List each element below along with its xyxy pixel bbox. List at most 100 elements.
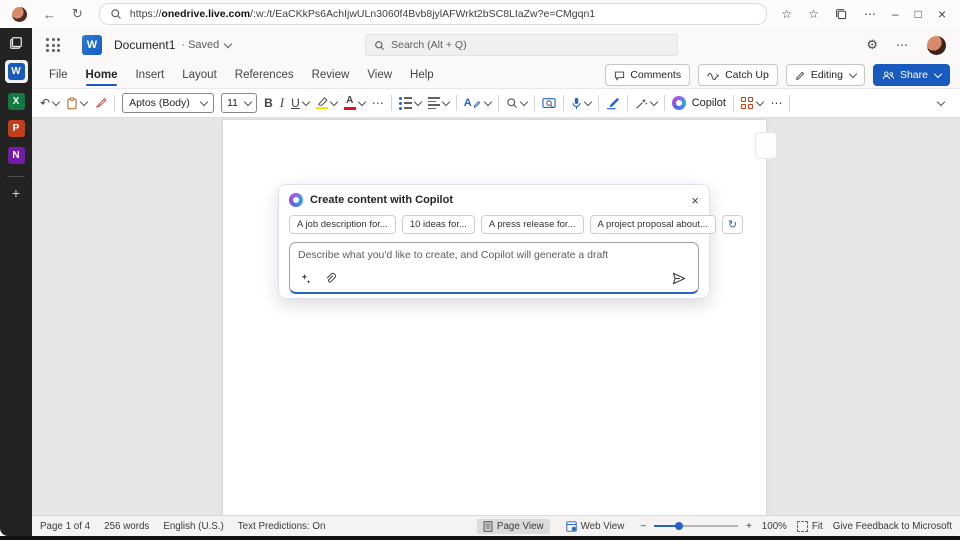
reading-view-button[interactable] <box>542 97 556 110</box>
browser-profile-avatar[interactable] <box>12 7 27 22</box>
copilot-prompt-box <box>289 242 699 294</box>
bullet-list-button[interactable] <box>399 97 421 110</box>
chevron-down-icon <box>52 97 60 105</box>
styles-button[interactable]: A <box>464 97 491 109</box>
add-ins-button[interactable] <box>741 97 764 109</box>
close-button[interactable]: × <box>938 6 946 22</box>
sparkle-icon[interactable] <box>300 273 312 285</box>
collapse-ribbon-icon[interactable] <box>937 97 945 105</box>
chip-project-proposal[interactable]: A project proposal about... <box>590 215 716 234</box>
favorites-bar-icon[interactable]: ☆ <box>808 7 819 21</box>
italic-button[interactable]: I <box>280 95 284 111</box>
add-app-button[interactable]: + <box>12 185 20 201</box>
chevron-down-icon <box>649 97 657 105</box>
refresh-icon[interactable]: ↻ <box>72 6 83 22</box>
page-view-button[interactable]: Page View <box>477 519 550 534</box>
tab-help[interactable]: Help <box>401 62 443 88</box>
sidebar-item-onenote[interactable]: N <box>8 147 25 164</box>
page-count[interactable]: Page 1 of 4 <box>40 521 90 532</box>
favorite-star-icon[interactable]: ☆ <box>781 7 792 21</box>
refresh-suggestions-button[interactable]: ↻ <box>722 215 743 234</box>
header-more-icon[interactable]: ⋯ <box>896 38 909 52</box>
tab-review[interactable]: Review <box>303 62 359 88</box>
auto-rewrite-button[interactable] <box>635 97 657 110</box>
highlight-button[interactable] <box>316 97 337 110</box>
tab-file[interactable]: File <box>40 62 77 88</box>
fit-button[interactable]: Fit <box>797 521 823 532</box>
more-formatting-icon[interactable]: ⋯ <box>372 96 384 110</box>
word-count[interactable]: 256 words <box>104 521 149 532</box>
chip-press-release[interactable]: A press release for... <box>481 215 584 234</box>
maximize-button[interactable]: □ <box>915 7 922 21</box>
paperclip-icon[interactable] <box>324 272 336 285</box>
catch-up-button[interactable]: Catch Up <box>698 64 778 86</box>
account-avatar[interactable] <box>927 36 946 55</box>
zoom-thumb[interactable] <box>675 522 683 530</box>
toolbar-more-icon[interactable]: ⋯ <box>770 96 782 110</box>
comments-button[interactable]: Comments <box>605 64 690 86</box>
web-view-button[interactable]: Web View <box>560 519 631 534</box>
settings-gear-icon[interactable]: ⚙ <box>866 37 878 53</box>
dictate-button[interactable] <box>571 97 591 110</box>
copilot-margin-button[interactable] <box>755 132 777 159</box>
undo-button[interactable]: ↶ <box>40 96 59 110</box>
bold-button[interactable]: B <box>264 96 273 110</box>
zoom-track[interactable] <box>654 525 738 527</box>
screen: ← ↻ https://onedrive.live.com/:w:/t/EaCK… <box>0 0 960 540</box>
format-painter-button[interactable] <box>94 97 107 110</box>
language[interactable]: English (U.S.) <box>163 521 223 532</box>
app-launcher-icon[interactable] <box>46 38 60 52</box>
suggestion-chips: A job description for... 10 ideas for...… <box>289 215 699 234</box>
tab-references[interactable]: References <box>226 62 303 88</box>
text-predictions[interactable]: Text Predictions: On <box>238 521 326 532</box>
zoom-out-icon[interactable]: − <box>640 521 646 532</box>
underline-button[interactable]: U <box>291 96 309 110</box>
document-page[interactable] <box>222 119 767 515</box>
editing-mode-button[interactable]: Editing <box>786 64 865 86</box>
font-size-select[interactable]: 11 <box>221 93 257 113</box>
browser-menu-icon[interactable]: ⋯ <box>864 7 876 21</box>
document-canvas[interactable]: Create content with Copilot × A job desc… <box>32 118 960 515</box>
zoom-level[interactable]: 100% <box>762 521 787 532</box>
document-title[interactable]: Document1 <box>114 38 175 52</box>
word-app: W X P N + W Document1 · Saved <box>0 28 960 536</box>
back-icon[interactable]: ← <box>43 7 56 22</box>
save-status[interactable]: · Saved <box>181 39 219 51</box>
copilot-prompt-input[interactable] <box>298 249 690 273</box>
minimize-button[interactable]: – <box>892 7 899 21</box>
copilot-button[interactable]: Copilot <box>672 96 726 110</box>
tab-home[interactable]: Home <box>77 62 127 88</box>
zoom-slider[interactable]: − + <box>640 521 751 532</box>
share-button[interactable]: Share <box>873 64 950 86</box>
feedback-link[interactable]: Give Feedback to Microsoft <box>833 521 952 532</box>
web-view-icon <box>566 521 577 532</box>
chip-job-description[interactable]: A job description for... <box>289 215 396 234</box>
search-box[interactable]: Search (Alt + Q) <box>365 34 678 56</box>
tab-insert[interactable]: Insert <box>126 62 173 88</box>
find-button[interactable] <box>506 97 527 109</box>
close-icon[interactable]: × <box>691 194 699 207</box>
fit-icon <box>797 521 808 532</box>
sidebar-item-powerpoint[interactable]: P <box>8 120 25 137</box>
alignment-button[interactable] <box>428 97 449 109</box>
font-name-select[interactable]: Aptos (Body) <box>122 93 214 113</box>
microsoft365-home-icon[interactable] <box>9 36 23 50</box>
collections-icon[interactable] <box>835 8 848 21</box>
window-bottom-edge <box>0 536 960 540</box>
magic-wand-icon <box>635 97 648 110</box>
chip-ideas[interactable]: 10 ideas for... <box>402 215 475 234</box>
chevron-down-icon <box>80 97 88 105</box>
word-logo-icon[interactable]: W <box>82 35 102 55</box>
sidebar-item-excel[interactable]: X <box>8 93 25 110</box>
font-color-button[interactable]: A <box>344 96 365 110</box>
tab-layout[interactable]: Layout <box>173 62 226 88</box>
paste-button[interactable] <box>66 97 87 110</box>
sidebar-item-word[interactable]: W <box>5 60 28 83</box>
send-icon[interactable] <box>672 272 686 285</box>
copilot-icon <box>289 193 303 207</box>
address-bar[interactable]: https://onedrive.live.com/:w:/t/EaCKkPs6… <box>99 3 767 25</box>
editor-button[interactable] <box>606 97 620 110</box>
zoom-in-icon[interactable]: + <box>746 521 752 532</box>
tab-view[interactable]: View <box>358 62 401 88</box>
catch-up-icon <box>707 70 720 80</box>
